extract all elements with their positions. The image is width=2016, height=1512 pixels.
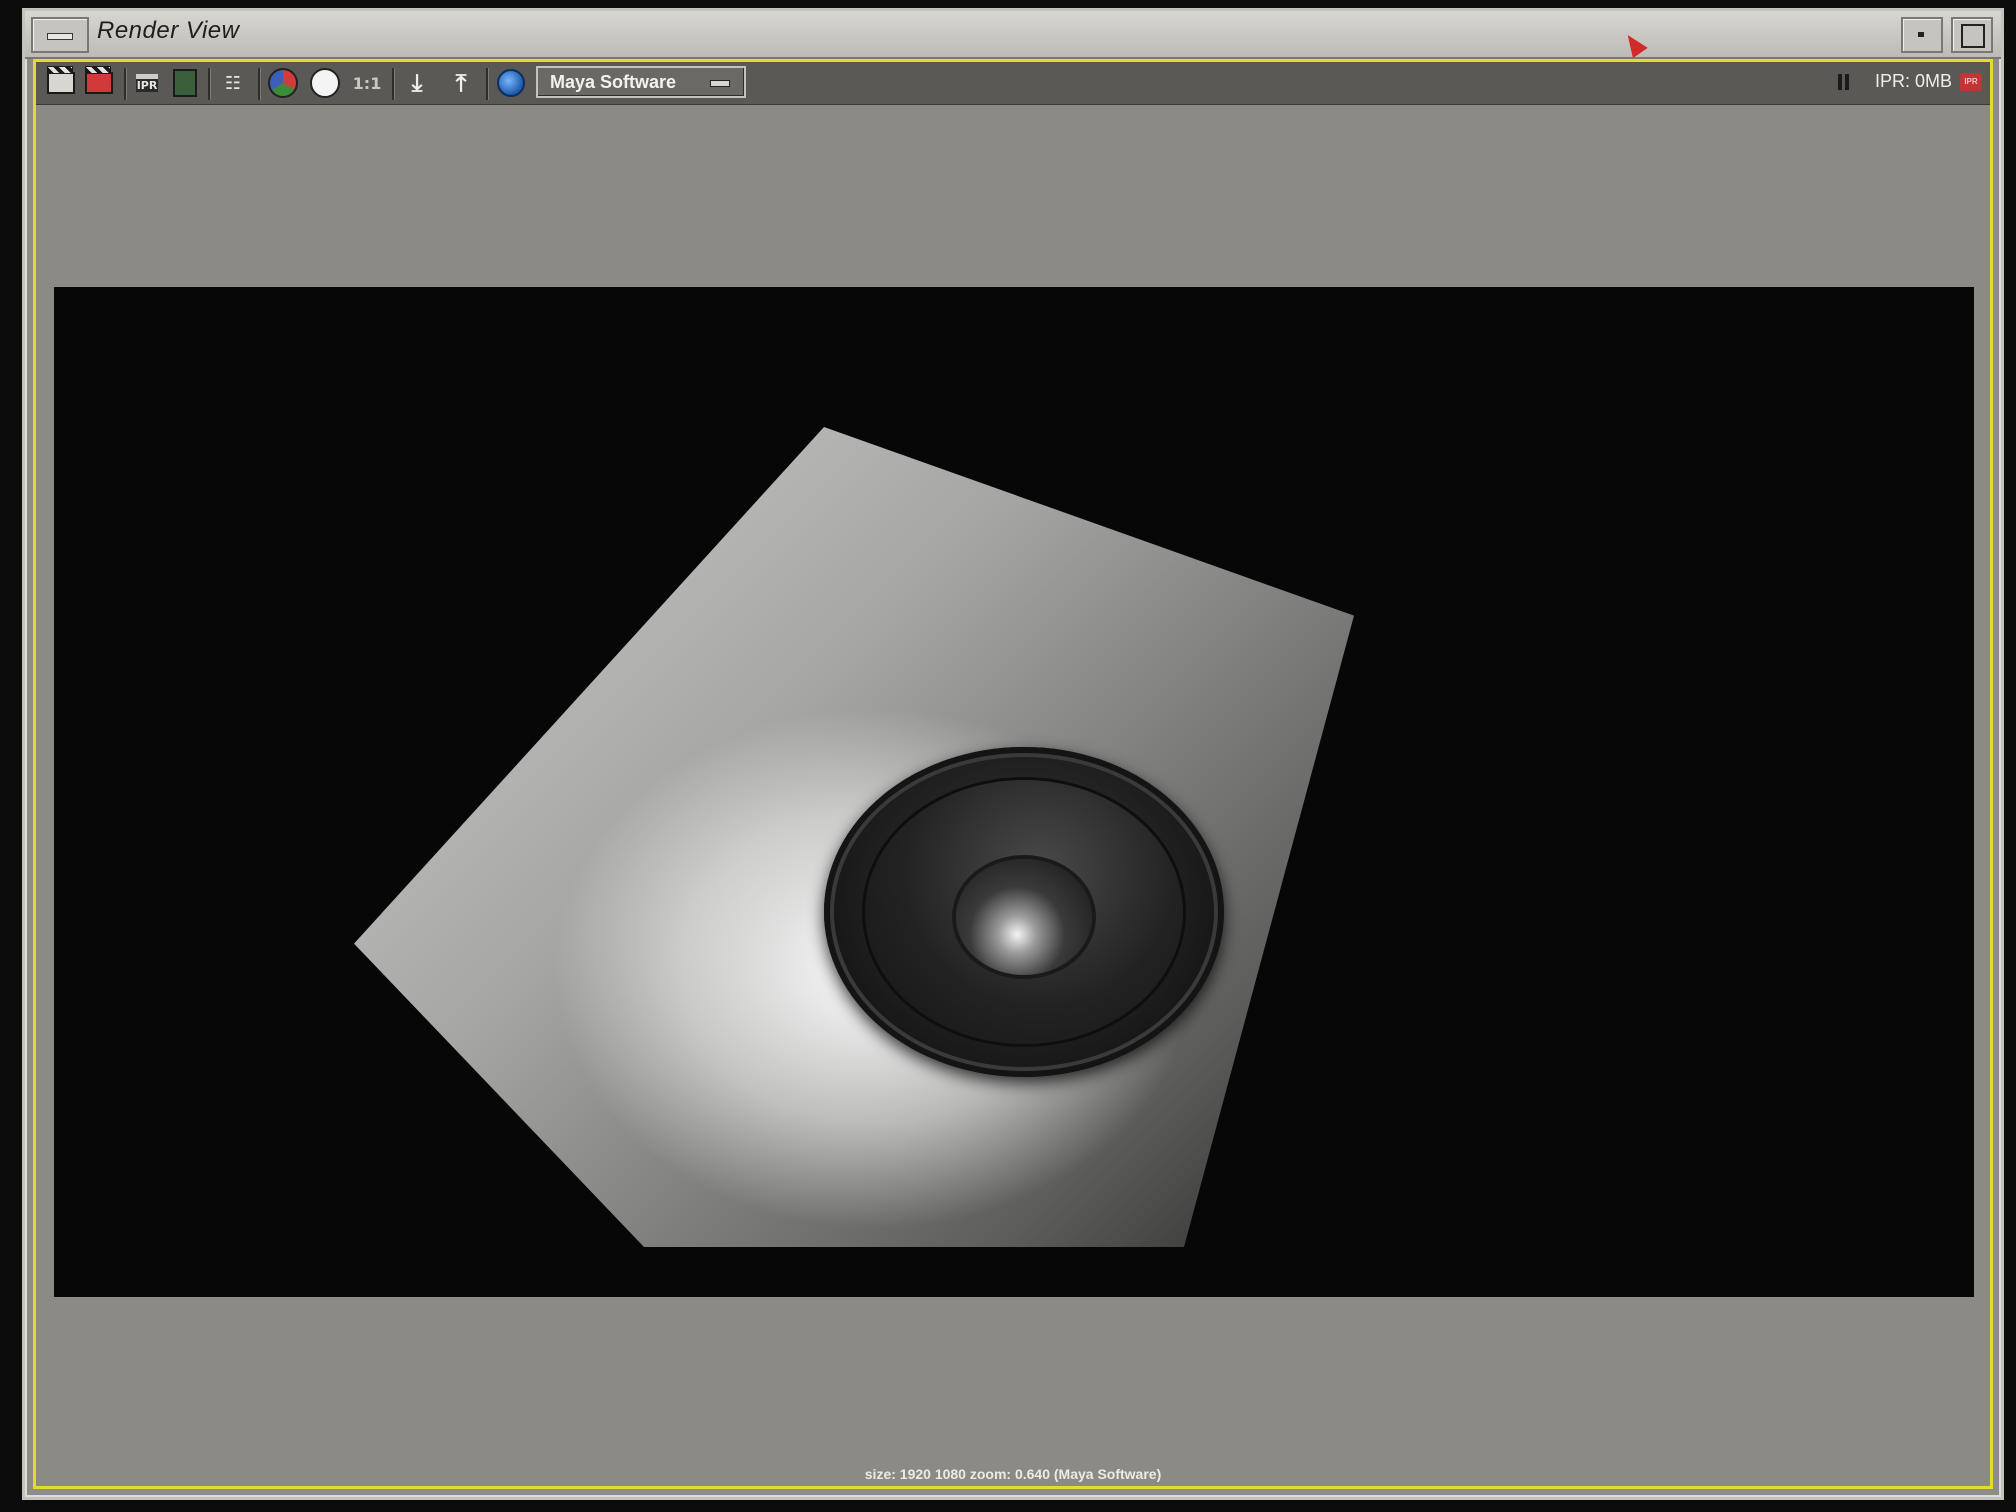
minimize-button[interactable] bbox=[1901, 17, 1943, 53]
pause-icon[interactable] bbox=[1838, 74, 1850, 90]
real-size-icon[interactable]: 1:1 bbox=[352, 68, 382, 98]
render-settings-icon[interactable]: ☷ bbox=[218, 68, 248, 98]
maximize-button[interactable] bbox=[1951, 17, 1993, 53]
ipr-render-icon[interactable]: IPR bbox=[132, 68, 162, 98]
window-title: Render View bbox=[97, 17, 240, 44]
ipr-badge-icon[interactable]: IPR bbox=[1960, 73, 1982, 91]
window-menu-button[interactable] bbox=[31, 17, 89, 53]
render-view-window: Render View IPR ☷ 1:1 ⤓ ⤒ Maya Software bbox=[22, 8, 2004, 1500]
render-status-line: size: 1920 1080 zoom: 0.640 (Maya Softwa… bbox=[864, 1466, 1162, 1482]
render-speaker-object bbox=[824, 747, 1224, 1077]
render-view-panel: IPR ☷ 1:1 ⤓ ⤒ Maya Software IPR: 0MB IPR bbox=[33, 59, 1993, 1489]
redo-render-icon[interactable] bbox=[46, 66, 76, 98]
dropdown-indicator-icon bbox=[710, 80, 730, 87]
remove-image-icon[interactable]: ⤒ bbox=[446, 68, 476, 98]
renderer-dropdown[interactable]: Maya Software bbox=[536, 66, 746, 98]
render-region-icon[interactable] bbox=[84, 66, 114, 98]
renderer-dropdown-label: Maya Software bbox=[550, 72, 677, 92]
render-toolbar: IPR ☷ 1:1 ⤓ ⤒ Maya Software IPR: 0MB IPR bbox=[36, 62, 1990, 105]
snapshot-icon[interactable] bbox=[170, 68, 200, 98]
hypershade-icon[interactable] bbox=[496, 68, 526, 98]
display-alpha-icon[interactable] bbox=[310, 68, 340, 98]
keep-image-icon[interactable]: ⤓ bbox=[402, 68, 432, 98]
ipr-memory-status: IPR: 0MB bbox=[1874, 71, 1952, 91]
title-bar[interactable]: Render View bbox=[25, 11, 2001, 59]
rendered-image[interactable] bbox=[54, 287, 1974, 1297]
display-rgb-icon[interactable] bbox=[268, 68, 298, 98]
